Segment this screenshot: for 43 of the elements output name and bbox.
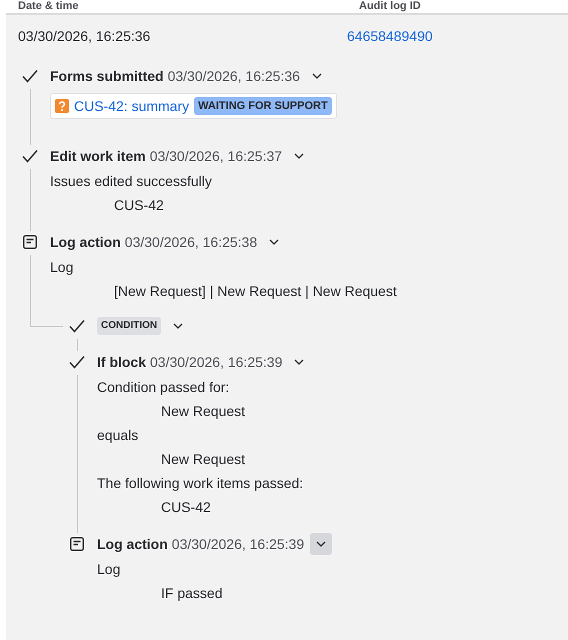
document-icon xyxy=(23,235,37,249)
step-time: 03/30/2026, 16:25:38 xyxy=(124,233,258,252)
log-value: New Request xyxy=(160,402,246,421)
log-label: Condition passed for: xyxy=(97,378,230,397)
audit-id-link[interactable]: 64658489490 xyxy=(347,26,433,56)
step-title: Forms submitted xyxy=(50,67,164,86)
log-label: Log xyxy=(50,258,74,277)
checkmark-icon xyxy=(22,149,38,163)
chevron-icon xyxy=(294,153,304,159)
chevron-icon xyxy=(173,323,184,329)
log-value: CUS-42 xyxy=(160,498,212,517)
log-value: New Request xyxy=(160,450,246,469)
log-label: The following work items passed: xyxy=(97,474,304,493)
expand-button[interactable] xyxy=(310,533,332,555)
issue-link[interactable]: CUS-42: summary xyxy=(74,98,190,114)
date-cell-text: 03/30/2026, 16:25:36 xyxy=(18,27,152,46)
step-time: 03/30/2026, 16:25:39 xyxy=(172,535,304,554)
step-title: Log action xyxy=(50,233,121,252)
chevron-icon xyxy=(316,541,326,547)
step-time: 03/30/2026, 16:25:37 xyxy=(150,147,282,166)
condition-badge: CONDITION xyxy=(97,317,162,335)
chevron-icon xyxy=(269,239,280,245)
step-title: If block xyxy=(97,353,146,372)
log-value: CUS-42 xyxy=(113,196,165,215)
log-label: equals xyxy=(97,426,140,445)
column-header: Audit log ID xyxy=(359,0,421,12)
step-time: 03/30/2026, 16:25:36 xyxy=(168,67,300,86)
checkmark-icon xyxy=(69,355,85,369)
log-value: IF passed xyxy=(160,584,224,603)
log-label: Log xyxy=(97,560,122,579)
column-header: Date & time xyxy=(18,0,79,12)
step-title: Edit work item xyxy=(50,147,146,166)
checkmark-icon xyxy=(22,69,38,83)
question-icon xyxy=(55,99,69,113)
chevron-icon xyxy=(312,73,322,79)
document-icon xyxy=(70,537,84,551)
step-time: 03/30/2026, 16:25:39 xyxy=(150,353,282,372)
log-label: Issues edited successfully xyxy=(50,172,213,191)
status-lozenge: WAITING FOR SUPPORT xyxy=(194,97,332,115)
log-value: [New Request] | New Request | New Request xyxy=(113,282,398,301)
step-title: Log action xyxy=(97,535,168,554)
checkmark-icon xyxy=(69,319,85,333)
chevron-icon xyxy=(294,359,304,365)
